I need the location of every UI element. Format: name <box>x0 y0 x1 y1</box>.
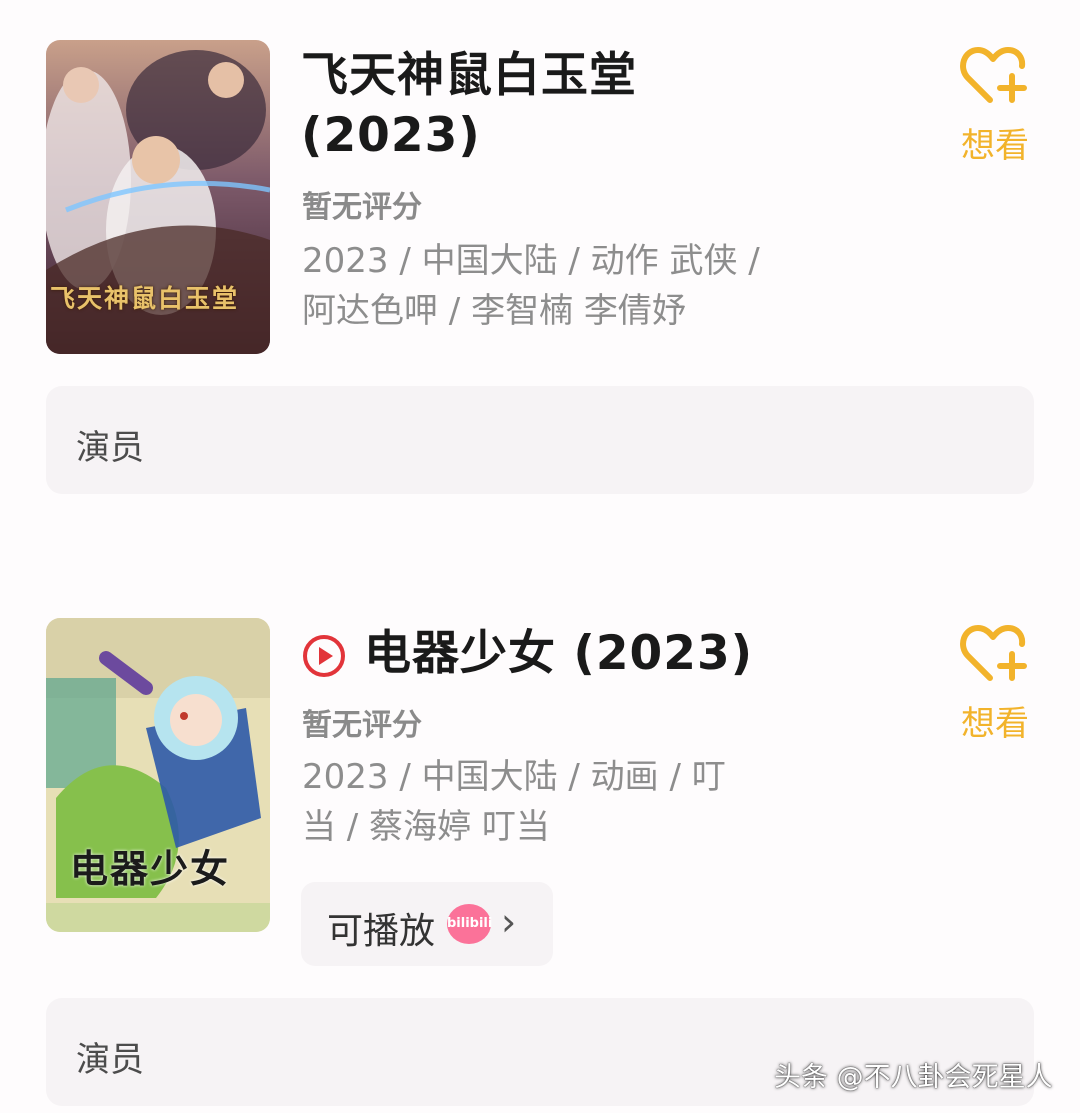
playable-button[interactable]: 可播放 bilibili › <box>301 882 553 966</box>
movie-title[interactable]: 电器少女 (2023) <box>364 624 753 684</box>
rating-text: 暂无评分 <box>302 190 422 225</box>
actors-label: 演员 <box>76 1040 144 1080</box>
actors-section[interactable]: 演员 <box>46 386 1034 494</box>
poster-title-text: 电器少女 <box>70 846 231 891</box>
want-label: 想看 <box>961 704 1029 744</box>
want-to-watch-button[interactable]: 想看 <box>950 624 1040 745</box>
actors-label: 演员 <box>76 428 144 468</box>
watermark: 头条 @不八卦会死星人 <box>774 1062 1053 1093</box>
movie-title-line1: 飞天神鼠白玉堂 <box>301 48 637 103</box>
movie-meta: 2023 / 中国大陆 / 动作 武侠 / 阿达色呷 / 李智楠 李倩妤 <box>302 236 842 336</box>
play-circle-icon <box>303 635 345 677</box>
play-label: 可播放 <box>327 911 436 952</box>
heart-plus-icon <box>960 625 1027 681</box>
bilibili-icon: bilibili <box>447 904 492 944</box>
chevron-right-icon: › <box>501 900 517 944</box>
movie-title-line2: (2023) <box>301 108 481 163</box>
heart-plus-icon <box>960 47 1027 103</box>
meta-line2: 阿达色呷 / 李智楠 李倩妤 <box>302 291 686 331</box>
movie-poster[interactable]: 电器少女 <box>46 618 270 932</box>
movie-poster[interactable]: 飞天神鼠白玉堂 <box>46 40 270 354</box>
rating-text: 暂无评分 <box>302 708 422 743</box>
movie-meta: 2023 / 中国大陆 / 动画 / 叮 当 / 蔡海婷 叮当 <box>302 752 842 852</box>
meta-line2: 当 / 蔡海婷 叮当 <box>302 807 550 847</box>
want-label: 想看 <box>961 126 1029 166</box>
meta-line1: 2023 / 中国大陆 / 动画 / 叮 <box>302 757 726 797</box>
poster-title-text: 飞天神鼠白玉堂 <box>50 284 240 313</box>
meta-line1: 2023 / 中国大陆 / 动作 武侠 / <box>302 241 760 281</box>
want-to-watch-button[interactable]: 想看 <box>950 46 1040 167</box>
movie-title[interactable]: 飞天神鼠白玉堂 (2023) <box>301 46 637 166</box>
